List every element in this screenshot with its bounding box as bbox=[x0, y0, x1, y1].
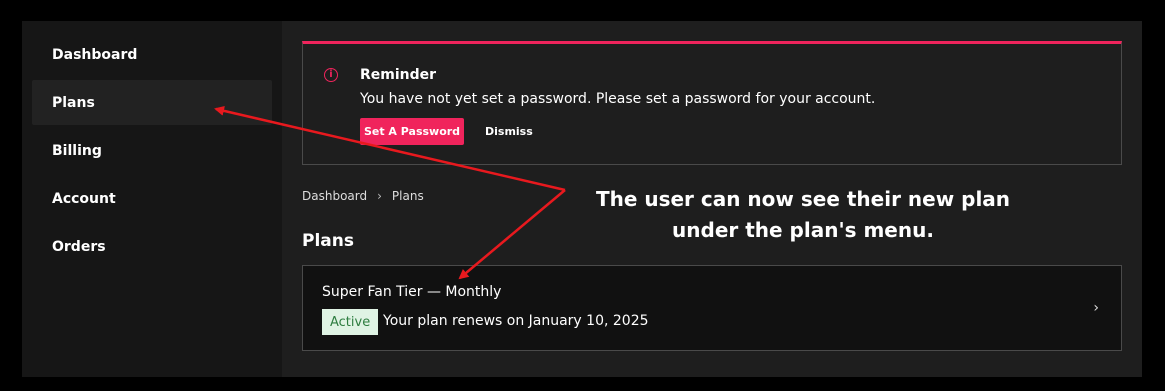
sidebar-item-account[interactable]: Account bbox=[32, 176, 272, 221]
breadcrumb-dashboard[interactable]: Dashboard bbox=[302, 189, 367, 203]
sidebar-item-orders[interactable]: Orders bbox=[32, 224, 272, 269]
info-icon: i bbox=[324, 68, 338, 82]
reminder-message: You have not yet set a password. Please … bbox=[360, 91, 876, 107]
set-password-button[interactable]: Set A Password bbox=[360, 118, 464, 145]
sidebar-item-dashboard[interactable]: Dashboard bbox=[32, 32, 272, 77]
reminder-title: Reminder bbox=[360, 67, 437, 83]
annotation-line-1: The user can now see their new plan bbox=[595, 187, 1011, 211]
chevron-right-icon: › bbox=[377, 189, 382, 203]
sidebar-item-billing[interactable]: Billing bbox=[32, 128, 272, 173]
plan-renewal-text: Your plan renews on January 10, 2025 bbox=[383, 313, 649, 329]
plan-name: Super Fan Tier — Monthly bbox=[322, 284, 502, 300]
breadcrumb: Dashboard › Plans bbox=[302, 189, 424, 203]
sidebar-item-plans[interactable]: Plans bbox=[32, 80, 272, 125]
dismiss-button[interactable]: Dismiss bbox=[475, 118, 543, 145]
annotation-caption: The user can now see their new plan unde… bbox=[580, 184, 1026, 246]
chevron-right-icon[interactable]: › bbox=[1093, 300, 1099, 316]
page-title: Plans bbox=[302, 231, 354, 251]
breadcrumb-plans: Plans bbox=[391, 189, 424, 203]
reminder-banner: i Reminder You have not yet set a passwo… bbox=[302, 41, 1122, 165]
annotation-line-2: under the plan's menu. bbox=[672, 218, 934, 242]
plan-card[interactable]: Super Fan Tier — Monthly Active Your pla… bbox=[302, 265, 1122, 351]
status-badge: Active bbox=[322, 309, 379, 335]
